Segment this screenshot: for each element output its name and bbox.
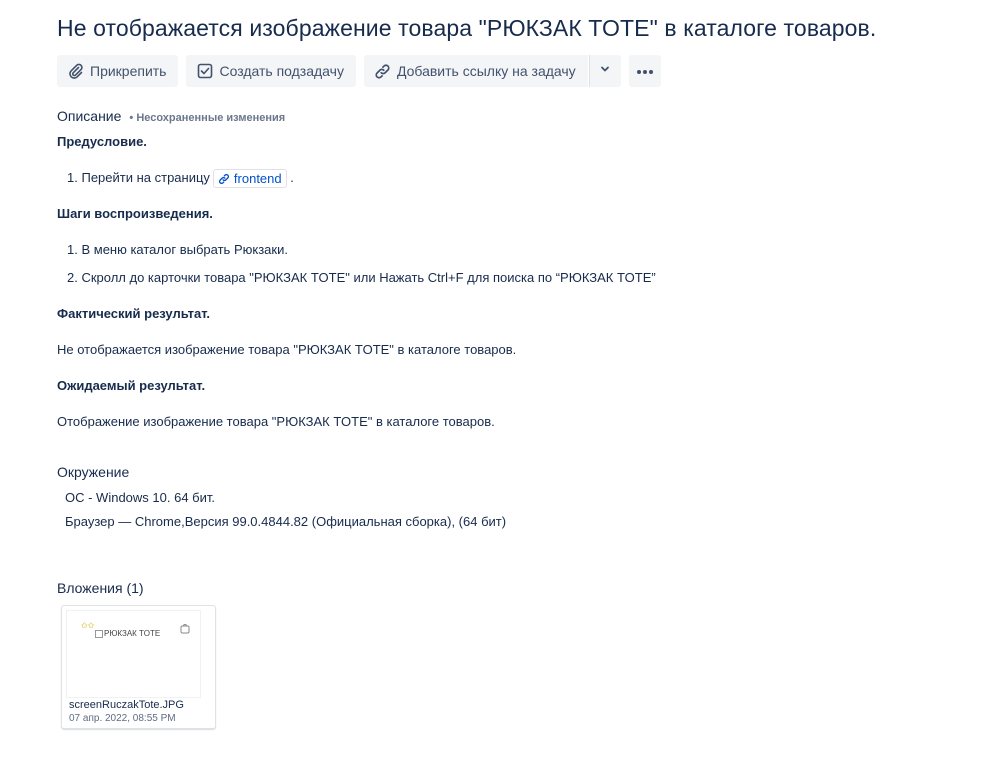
link-issue-label: Добавить ссылку на задачу: [396, 63, 576, 79]
steps-heading: Шаги воспроизведения.: [57, 206, 213, 221]
attachment-thumbnail[interactable]: ✩✩ РЮКЗАК TOTE: [66, 610, 201, 698]
attach-label: Прикрепить: [90, 63, 167, 79]
attachment-filename: screenRuczakTote.JPG: [69, 699, 184, 711]
paperclip-icon: [67, 62, 85, 80]
create-subtask-button[interactable]: Создать подзадачу: [186, 55, 356, 87]
description-label: Описание: [57, 108, 122, 124]
actual-result-heading: Фактический результат.: [57, 306, 211, 321]
expected-result-heading: Ожидаемый результат.: [57, 378, 206, 393]
link-issue-dropdown-button[interactable]: [588, 55, 621, 87]
star-icon: ✩✩: [81, 621, 95, 630]
more-icon: [636, 62, 654, 80]
chevron-down-icon: [599, 62, 611, 80]
list-item: 1. В меню каталог выбрать Рюкзаки.: [67, 242, 288, 257]
link-issue-split: Добавить ссылку на задачу: [363, 55, 621, 87]
link-icon: [374, 62, 392, 80]
link-icon: [218, 173, 229, 184]
environment-os: ОС - Windows 10. 64 бит.: [65, 490, 215, 505]
list-item: 2. Скролл до карточки товара "РЮКЗАК TOT…: [67, 270, 656, 285]
broken-image-icon: РЮКЗАК TOTE: [95, 629, 160, 638]
expected-result-text: Отображение изображение товара "РЮКЗАК T…: [57, 414, 495, 429]
issue-title[interactable]: Не отображается изображение товара "РЮКЗ…: [57, 15, 876, 42]
create-subtask-label: Создать подзадачу: [219, 63, 344, 79]
attach-button[interactable]: Прикрепить: [57, 55, 179, 87]
issue-toolbar: Прикрепить Создать подзадачу Добавить сс…: [57, 55, 661, 87]
attachment-date: 07 апр. 2022, 08:55 PM: [69, 713, 176, 724]
list-item: 1. Перейти на страницу frontend .: [67, 169, 294, 188]
environment-label: Окружение: [57, 464, 130, 480]
more-actions-button[interactable]: [628, 55, 661, 87]
attachment-card[interactable]: ✩✩ РЮКЗАК TOTE screenRuczakTote.JPG 07 а…: [61, 605, 216, 729]
link-issue-button[interactable]: Добавить ссылку на задачу: [363, 55, 588, 87]
actual-result-text: Не отображается изображение товара "РЮКЗ…: [57, 342, 517, 357]
precondition-heading: Предусловие.: [57, 134, 147, 149]
unsaved-changes-indicator: • Несохраненные изменения: [129, 112, 286, 124]
environment-browser: Браузер — Chrome,Версия 99.0.4844.82 (Оф…: [65, 514, 507, 529]
description-header: Описание • Несохраненные изменения: [57, 108, 285, 124]
subtask-icon: [196, 62, 214, 80]
attachments-label: Вложения (1): [57, 580, 144, 596]
frontend-link[interactable]: frontend: [212, 169, 287, 188]
bag-icon: [180, 621, 190, 639]
